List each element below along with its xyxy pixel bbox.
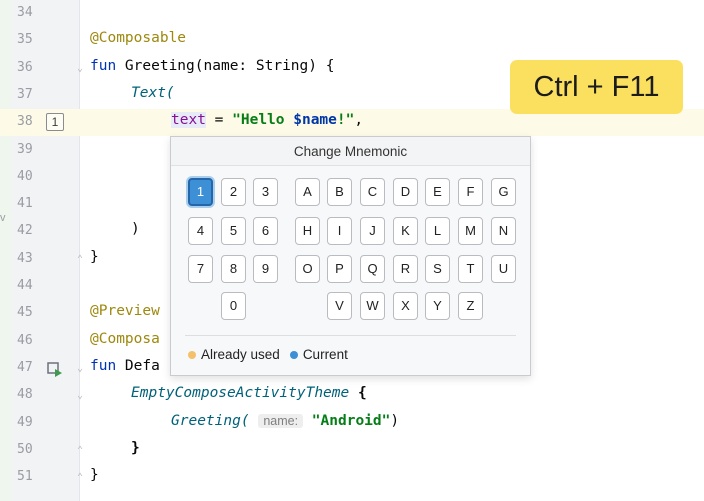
line-number: 48 [17, 387, 33, 402]
code-text: fun Defa [90, 358, 160, 374]
mnemonic-key[interactable]: G [491, 178, 516, 206]
current-dot-icon [289, 350, 298, 359]
code-text: } [90, 249, 99, 265]
fold-close-icon[interactable]: ⌃ [77, 445, 85, 457]
legend-already-used: Already used [188, 347, 280, 362]
legend-current: Current [289, 347, 348, 362]
mnemonic-key[interactable]: P [327, 255, 352, 283]
code-text: ) [131, 221, 140, 237]
code-text: @Composa [90, 331, 160, 347]
mnemonic-key[interactable]: J [360, 217, 385, 245]
mnemonic-key[interactable]: S [425, 255, 450, 283]
line-number: 39 [17, 142, 33, 157]
line-number: 34 [17, 5, 33, 20]
line-number: 43 [17, 251, 33, 266]
mnemonic-key[interactable]: M [458, 217, 483, 245]
change-mnemonic-popup[interactable]: Change Mnemonic 1 2 3 A B C D E F G 4 5 … [170, 136, 531, 376]
mnemonic-key[interactable]: H [295, 217, 320, 245]
mnemonic-key[interactable]: W [360, 292, 385, 320]
code-text: text = "Hello $name!", [171, 112, 364, 128]
mnemonic-key[interactable]: L [425, 217, 450, 245]
mnemonic-key[interactable]: 8 [221, 255, 246, 283]
code-line-49[interactable]: 49 Greeting( name: "Android") [0, 410, 704, 437]
mnemonic-key[interactable]: X [393, 292, 418, 320]
mnemonic-key[interactable]: B [327, 178, 352, 206]
line-number: 45 [17, 305, 33, 320]
fold-open-icon[interactable]: ⌄ [77, 63, 85, 75]
mnemonic-key[interactable]: 7 [188, 255, 213, 283]
code-line-50[interactable]: 50 ⌃ } [0, 437, 704, 464]
fold-close-icon[interactable]: ⌃ [77, 472, 85, 484]
line-number: 36 [17, 60, 33, 75]
already-used-dot-icon [188, 350, 196, 359]
code-text: } [131, 440, 140, 456]
mnemonic-key[interactable]: Y [425, 292, 450, 320]
line-number: 51 [17, 469, 33, 484]
code-text: } [90, 467, 99, 483]
mnemonic-key[interactable]: U [491, 255, 516, 283]
legend-divider [185, 335, 516, 336]
bookmark-mnemonic-badge[interactable]: 1 [46, 113, 64, 131]
line-number: 37 [17, 87, 33, 102]
mnemonic-key[interactable]: N [491, 217, 516, 245]
line-number: 47 [17, 360, 33, 375]
mnemonic-key[interactable]: 2 [221, 178, 246, 206]
code-line-48[interactable]: 48 ⌄ EmptyComposeActivityTheme { [0, 382, 704, 409]
mnemonic-key[interactable]: D [393, 178, 418, 206]
mnemonic-key[interactable]: 1 [188, 178, 213, 206]
mnemonic-key[interactable]: E [425, 178, 450, 206]
code-text: fun Greeting(name: String) { [90, 58, 335, 74]
line-number: 35 [17, 32, 33, 47]
code-text: EmptyComposeActivityTheme { [131, 385, 367, 401]
mnemonic-key[interactable]: Q [360, 255, 385, 283]
code-text: @Composable [90, 30, 187, 46]
mnemonic-key[interactable]: I [327, 217, 352, 245]
line-number: 44 [17, 278, 33, 293]
mnemonic-key[interactable]: 3 [253, 178, 278, 206]
mnemonic-key[interactable]: 4 [188, 217, 213, 245]
mnemonic-key[interactable]: 0 [221, 292, 246, 320]
preview-run-icon[interactable] [47, 361, 63, 377]
line-number: 42 [17, 223, 33, 238]
line-number: 41 [17, 196, 33, 211]
parameter-hint: name: [258, 414, 304, 428]
line-number: 40 [17, 169, 33, 184]
mnemonic-key[interactable]: F [458, 178, 483, 206]
popup-title: Change Mnemonic [171, 137, 530, 166]
fold-open-icon[interactable]: ⌄ [77, 390, 85, 402]
mnemonic-key[interactable]: C [360, 178, 385, 206]
code-line-35[interactable]: 35 @Composable [0, 27, 704, 54]
line-number: 49 [17, 415, 33, 430]
mnemonic-key[interactable]: 5 [221, 217, 246, 245]
line-number: 38 [17, 114, 33, 129]
code-text: Text( [131, 85, 175, 101]
code-line-51[interactable]: 51 ⌃ } [0, 464, 704, 491]
mnemonic-legend: Already used Current [188, 347, 358, 362]
mnemonic-key[interactable]: T [458, 255, 483, 283]
line-number: 50 [17, 442, 33, 457]
line-number: 46 [17, 333, 33, 348]
mnemonic-key[interactable]: Z [458, 292, 483, 320]
code-text: Greeting( name: "Android") [171, 413, 400, 429]
mnemonic-key[interactable]: K [393, 217, 418, 245]
mnemonic-key[interactable]: 9 [253, 255, 278, 283]
code-line-34[interactable]: 34 [0, 0, 704, 27]
mnemonic-key[interactable]: O [295, 255, 320, 283]
mnemonic-key[interactable]: R [393, 255, 418, 283]
mnemonic-key[interactable]: 6 [253, 217, 278, 245]
fold-open-icon[interactable]: ⌄ [77, 363, 85, 375]
code-text: @Preview [90, 303, 160, 319]
fold-close-icon[interactable]: ⌃ [77, 254, 85, 266]
mnemonic-key[interactable]: V [327, 292, 352, 320]
mnemonic-key[interactable]: A [295, 178, 320, 206]
keyboard-shortcut-badge: Ctrl + F11 [510, 60, 683, 114]
